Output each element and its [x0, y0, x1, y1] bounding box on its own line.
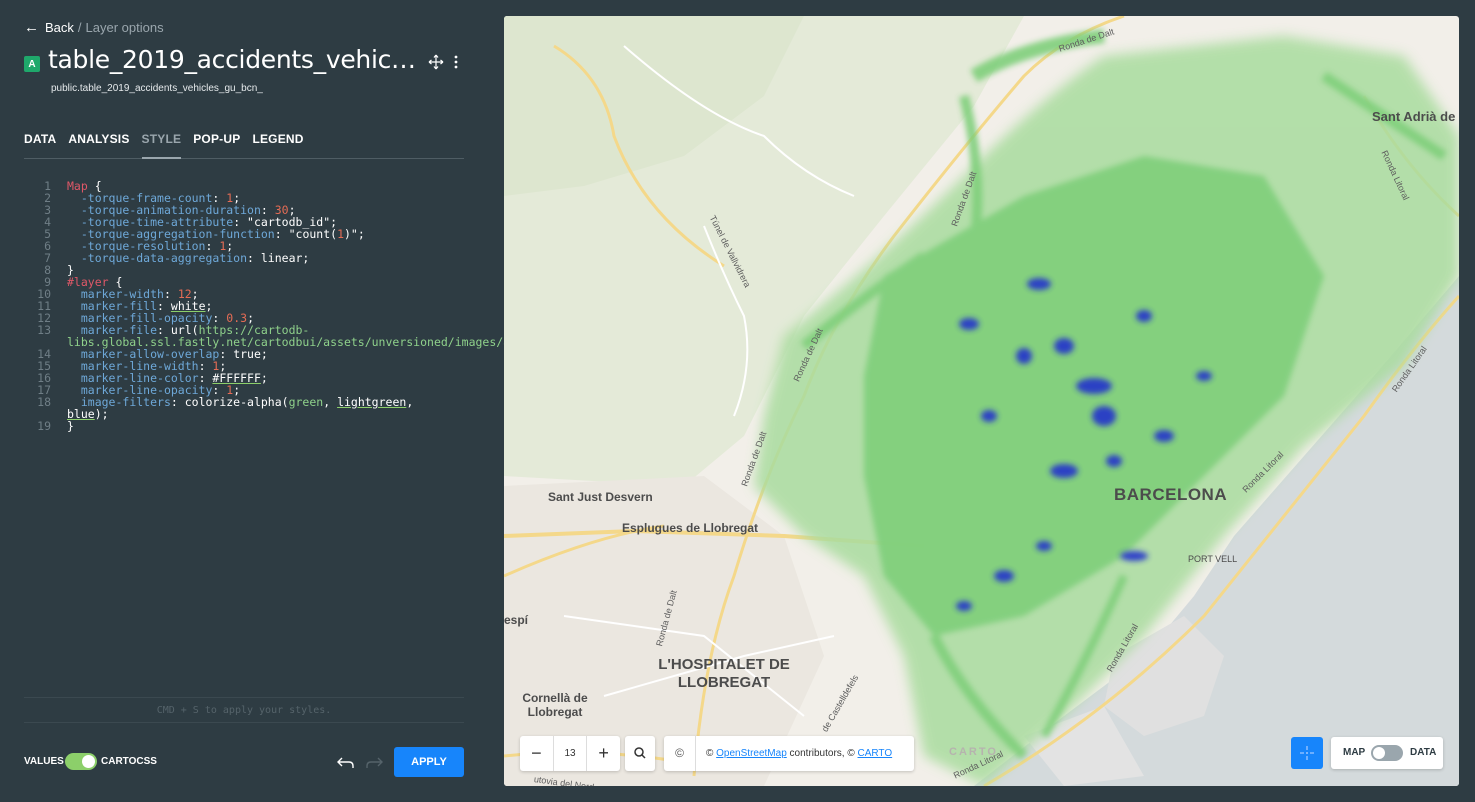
- place-label-hospitalet: L'HOSPITALET DE LLOBREGAT: [658, 656, 790, 691]
- carto-watermark: CARTO: [949, 746, 998, 758]
- place-label-sant-just: Sant Just Desvern: [548, 490, 653, 504]
- apply-button[interactable]: APPLY: [394, 747, 464, 777]
- place-label-port-vell: PORT VELL: [1188, 554, 1238, 564]
- code-line: 13 marker-file: url(https://cartodb-libs…: [37, 323, 621, 349]
- place-label-cornella: Cornellà de Llobregat: [522, 691, 588, 719]
- search-icon: [634, 747, 646, 759]
- map-attribution: © © OpenStreetMap contributors, © CARTO: [664, 736, 914, 771]
- map-basemap: [504, 16, 1459, 786]
- tab-style[interactable]: STYLE: [141, 131, 182, 159]
- zoom-level: 13: [554, 736, 588, 771]
- map-view[interactable]: Sant Adrià de Besòs BARCELONA Sant Just …: [504, 16, 1459, 786]
- back-link[interactable]: Back: [45, 20, 74, 35]
- crosshair-icon: [1300, 746, 1314, 760]
- attribution-prefix: ©: [706, 748, 714, 759]
- values-cartocss-toggle[interactable]: [65, 753, 97, 770]
- toggle-knob: [82, 755, 95, 768]
- place-label-esplugues: Esplugues de Llobregat: [622, 521, 759, 535]
- code-line: 19}: [37, 419, 74, 433]
- layer-title[interactable]: table_2019_accidents_vehicles_gu_bcn_: [48, 45, 418, 74]
- editor-footer: VALUES CARTOCSS APPLY: [24, 747, 464, 777]
- carto-link[interactable]: CARTO: [858, 748, 893, 759]
- breadcrumb-current: Layer options: [85, 20, 164, 35]
- map-data-toggle: MAP DATA: [1331, 737, 1443, 769]
- tab-popup[interactable]: POP-UP: [193, 131, 240, 159]
- feature-edit-button[interactable]: [1291, 737, 1323, 769]
- tab-legend[interactable]: LEGEND: [252, 131, 303, 159]
- attribution-mid: contributors, ©: [789, 748, 855, 759]
- tab-data[interactable]: DATA: [24, 131, 56, 159]
- layer-source-table: public.table_2019_accidents_vehicles_gu_…: [51, 83, 263, 94]
- cartocss-label: CARTOCSS: [101, 756, 157, 767]
- data-toggle-label: DATA: [1410, 747, 1437, 758]
- zoom-in-button[interactable]: +: [587, 736, 620, 771]
- osm-link[interactable]: OpenStreetMap: [716, 748, 787, 759]
- redo-icon[interactable]: [365, 754, 383, 770]
- copyright-icon[interactable]: ©: [664, 736, 696, 771]
- code-line: 18 image-filters: colorize-alpha(green, …: [37, 395, 421, 421]
- more-options-icon[interactable]: [450, 54, 462, 70]
- layer-tabs: DATA ANALYSIS STYLE POP-UP LEGEND: [24, 131, 464, 159]
- switch-knob: [1373, 747, 1385, 759]
- breadcrumb: ← Back / Layer options: [24, 19, 164, 36]
- layer-letter-badge: A: [24, 56, 40, 72]
- code-line: 7 -torque-data-aggregation: linear;: [44, 251, 310, 265]
- zoom-control: − 13 +: [520, 736, 620, 771]
- place-label-espi: espí: [504, 613, 529, 627]
- layer-options-panel: ← Back / Layer options A table_2019_acci…: [0, 0, 621, 802]
- undo-icon[interactable]: [337, 754, 355, 770]
- place-label-sant-adria: Sant Adrià de Besòs: [1372, 109, 1459, 124]
- back-arrow-icon[interactable]: ←: [24, 19, 39, 36]
- editor-hint: CMD + S to apply your styles.: [24, 697, 464, 723]
- cartocss-editor[interactable]: 1 Map { 2 -torque-frame-count: 1; 3 -torq…: [24, 180, 621, 690]
- map-data-switch[interactable]: [1371, 745, 1403, 761]
- values-label: VALUES: [24, 756, 64, 767]
- map-search-button[interactable]: [625, 736, 655, 771]
- zoom-out-button[interactable]: −: [520, 736, 554, 771]
- map-toggle-label: MAP: [1343, 747, 1366, 758]
- tab-analysis[interactable]: ANALYSIS: [68, 131, 129, 159]
- place-label-barcelona: BARCELONA: [1114, 485, 1228, 504]
- breadcrumb-separator: /: [77, 20, 82, 35]
- move-icon[interactable]: [428, 54, 444, 70]
